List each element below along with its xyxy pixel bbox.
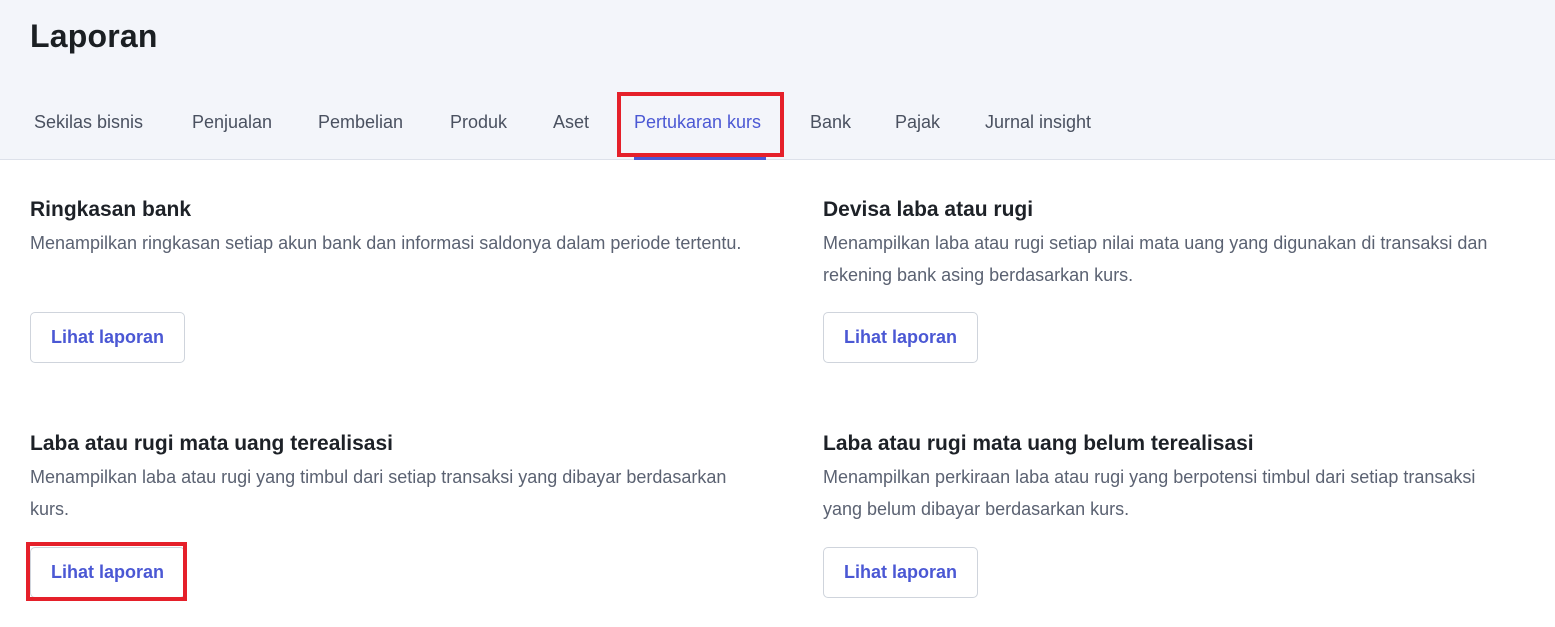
report-title: Devisa laba atau rugi (823, 198, 1034, 221)
report-description: Menampilkan perkiraan laba atau rugi yan… (823, 467, 1476, 519)
tab-jurnal-insight[interactable]: Jurnal insight (985, 112, 1091, 133)
report-card-laba-rugi-belum-terealisasi: Laba atau rugi mata uang belum terealisa… (823, 430, 1483, 525)
page-header: Laporan Sekilas bisnis Penjualan Pembeli… (0, 0, 1555, 160)
tab-pertukaran-kurs[interactable]: Pertukaran kurs (634, 112, 761, 133)
report-card-devisa-laba-rugi: Devisa laba atau rugi Menampilkan laba a… (823, 196, 1528, 291)
tab-penjualan[interactable]: Penjualan (192, 112, 272, 133)
report-description: Menampilkan laba atau rugi yang timbul d… (30, 467, 727, 519)
view-report-button-ringkasan-bank[interactable]: Lihat laporan (30, 312, 185, 363)
report-description: Menampilkan laba atau rugi setiap nilai … (823, 233, 1488, 285)
tab-pembelian[interactable]: Pembelian (318, 112, 403, 133)
active-tab-indicator (634, 157, 766, 160)
report-description: Menampilkan ringkasan setiap akun bank d… (30, 233, 742, 253)
tab-bank[interactable]: Bank (810, 112, 851, 133)
report-title: Laba atau rugi mata uang belum terealisa… (823, 432, 1254, 455)
report-card-ringkasan-bank: Ringkasan bank Menampilkan ringkasan set… (30, 196, 770, 259)
view-report-button-laba-rugi-terealisasi[interactable]: Lihat laporan (30, 547, 185, 598)
tab-sekilas-bisnis[interactable]: Sekilas bisnis (34, 112, 143, 133)
report-title: Ringkasan bank (30, 198, 192, 221)
page-title: Laporan (30, 18, 158, 54)
report-title: Laba atau rugi mata uang terealisasi (30, 432, 393, 455)
view-report-button-laba-rugi-belum-terealisasi[interactable]: Lihat laporan (823, 547, 978, 598)
tab-pajak[interactable]: Pajak (895, 112, 940, 133)
tab-produk[interactable]: Produk (450, 112, 507, 133)
report-card-laba-rugi-terealisasi: Laba atau rugi mata uang terealisasi Men… (30, 430, 730, 525)
view-report-button-devisa-laba-rugi[interactable]: Lihat laporan (823, 312, 978, 363)
tab-aset[interactable]: Aset (553, 112, 589, 133)
report-tabs: Sekilas bisnis Penjualan Pembelian Produ… (0, 96, 1555, 160)
